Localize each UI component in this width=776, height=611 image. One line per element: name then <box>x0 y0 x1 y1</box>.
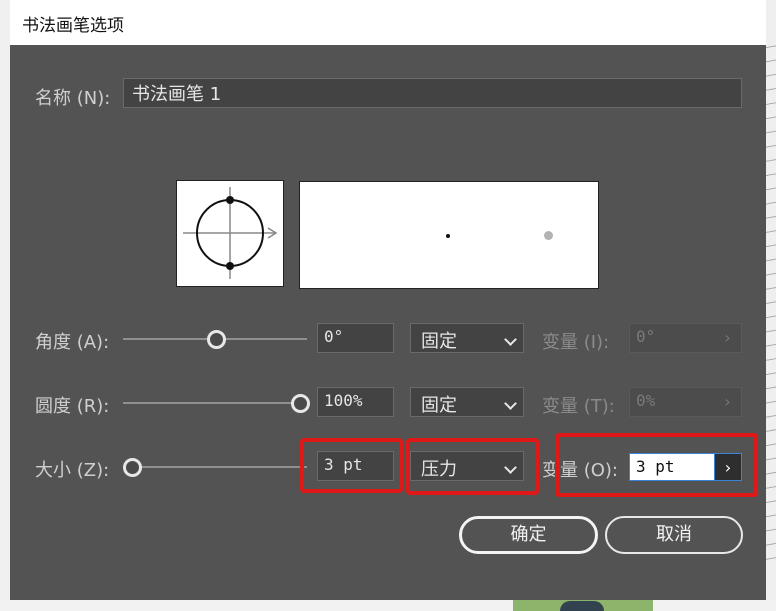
name-field[interactable]: 书法画笔 1 <box>123 78 742 108</box>
chevron-right-icon: › <box>724 392 731 411</box>
size-label: 大小 (Z): <box>35 460 110 481</box>
roundness-field[interactable]: 100% <box>317 387 394 417</box>
cancel-button[interactable]: 取消 <box>605 516 743 554</box>
chevron-right-icon: › <box>724 328 731 347</box>
calligraphic-brush-options-dialog: 书法画笔选项 名称 (N): 书法画笔 1 角度 (A): 0° 固定 变量 (… <box>10 0 766 600</box>
background-bottom <box>0 600 776 611</box>
brush-shape-icon <box>183 187 278 279</box>
brush-shape-editor[interactable] <box>176 180 284 287</box>
name-label: 名称 (N): <box>35 88 111 109</box>
angle-mode-select[interactable]: 固定 <box>410 323 524 353</box>
size-mode-value: 压力 <box>421 459 457 480</box>
angle-field[interactable]: 0° <box>317 323 394 353</box>
angle-mode-value: 固定 <box>421 331 457 352</box>
dialog-title: 书法画笔选项 <box>22 16 124 36</box>
angle-label: 角度 (A): <box>35 332 110 353</box>
ok-button[interactable]: 确定 <box>459 516 598 554</box>
size-variation-field[interactable]: 3 pt <box>629 453 716 481</box>
chevron-down-icon <box>504 461 517 474</box>
chevron-right-icon[interactable]: › <box>714 453 742 481</box>
roundness-mode-select[interactable]: 固定 <box>410 387 524 417</box>
preview-dot-max <box>544 231 553 240</box>
chevron-down-icon <box>504 333 517 346</box>
background-image-figure <box>560 601 604 611</box>
brush-preview <box>299 181 599 289</box>
roundness-variation-label: 变量 (T): <box>542 396 615 417</box>
angle-variation-label: 变量 (I): <box>542 332 610 353</box>
preview-dot-current <box>446 234 450 238</box>
size-slider-handle[interactable] <box>123 458 142 477</box>
background-sketch <box>766 40 776 560</box>
size-mode-select[interactable]: 压力 <box>410 451 524 481</box>
dialog-titlebar[interactable]: 书法画笔选项 <box>10 0 766 45</box>
chevron-down-icon <box>504 397 517 410</box>
size-field[interactable]: 3 pt <box>317 451 394 481</box>
roundness-label: 圆度 (R): <box>35 396 110 417</box>
roundness-mode-value: 固定 <box>421 395 457 416</box>
size-variation-label: 变量 (O): <box>542 460 618 481</box>
roundness-slider-track[interactable] <box>123 402 307 404</box>
roundness-slider-handle[interactable] <box>291 394 310 413</box>
size-slider-track[interactable] <box>123 466 307 468</box>
angle-slider-handle[interactable] <box>207 330 226 349</box>
